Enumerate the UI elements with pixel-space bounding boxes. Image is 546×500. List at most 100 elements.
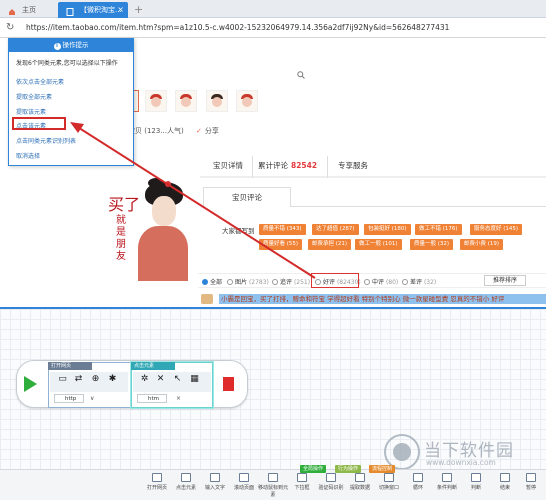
filter-all[interactable]: 全部: [202, 277, 222, 286]
review-tag[interactable]: 包装挺好 (180): [364, 224, 411, 235]
review-count: 82542: [291, 161, 318, 170]
option-cancel[interactable]: 取消选择: [16, 151, 40, 160]
product-illustration: [152, 196, 176, 226]
loop-icon: [413, 473, 423, 482]
toolbar-loop[interactable]: 循环: [403, 473, 433, 491]
popup-title: i 操作提示: [9, 39, 133, 52]
option-click-similar[interactable]: 点击同类元素识别列表: [16, 136, 76, 145]
close-icon[interactable]: ×: [117, 2, 124, 18]
checkbox-icon: [227, 279, 233, 285]
review-subtab[interactable]: 宝贝评论: [203, 187, 291, 207]
stop-icon[interactable]: [223, 377, 234, 391]
radio-icon: [202, 279, 208, 285]
product-image-title: 买了: [108, 195, 141, 214]
tab-review-label: 累计评论: [258, 161, 288, 170]
toolbar-input[interactable]: 输入文字: [200, 473, 230, 491]
captcha-icon: [326, 473, 336, 482]
review-tag[interactable]: 邮费承担 (21): [308, 239, 352, 250]
page-icon: [66, 6, 74, 16]
thumbnail[interactable]: [206, 90, 228, 112]
scroll-icon: [239, 473, 249, 482]
review-tag[interactable]: 质量一般 (32): [410, 239, 454, 250]
review-tag[interactable]: 达了超值 (287): [312, 224, 359, 235]
review-tag[interactable]: 邮费小费 (19): [460, 239, 504, 250]
toolbar-extract[interactable]: 提取数据: [345, 473, 375, 491]
radio-icon: [402, 279, 408, 285]
toolbar-judge[interactable]: 判断: [461, 473, 491, 491]
tab-active-label: 【微积淘宝...: [80, 6, 122, 14]
share-button[interactable]: ✓ 分享: [196, 126, 219, 136]
tab-home[interactable]: 主页: [0, 2, 58, 18]
play-icon[interactable]: [24, 376, 37, 392]
toolbar-category[interactable]: 流程控制: [369, 465, 396, 473]
toolbar-label: 下拉框: [294, 485, 310, 491]
thumbnail[interactable]: [236, 90, 258, 112]
review-text[interactable]: 小霸是回宝，买了打排，赠命和符宝 学得超好看 特别个特别心 微一款星碰型费 忍真…: [219, 294, 546, 304]
option-extract-element[interactable]: 提取该元素: [16, 107, 46, 116]
toolbar-label: 判断: [470, 485, 481, 491]
option-extract-all[interactable]: 提取全部元素: [16, 92, 52, 101]
sort-dropdown[interactable]: 推荐排序: [484, 275, 526, 286]
thumbnail-image: [151, 97, 161, 107]
toolbar-switch-window[interactable]: 切换窗口: [374, 473, 404, 491]
thumbnail-image: [242, 97, 252, 107]
filter-label: 追评: [280, 279, 293, 286]
filter-images[interactable]: 图片 (2783): [227, 277, 269, 286]
highlight-box: [12, 117, 66, 130]
filter-count: (32): [423, 279, 437, 286]
popup-description: 发现6个同类元素,您可以选择以下操作: [16, 60, 118, 67]
judge-icon: [471, 473, 481, 482]
tab-detail[interactable]: 宝贝详情: [213, 160, 243, 171]
option-click-all[interactable]: 依次点击全部元素: [16, 77, 64, 86]
toolbar-label: 移动鼠标到元素: [258, 485, 289, 498]
refresh-icon[interactable]: ↻: [6, 22, 14, 33]
module-title: 打开网页: [48, 362, 92, 370]
watermark-url: www.downxia.com: [426, 458, 496, 467]
search-icon[interactable]: [297, 71, 305, 79]
toolbar-pause[interactable]: 暂停: [516, 473, 546, 491]
toolbar-click[interactable]: 点击元素: [171, 473, 201, 491]
checkbox-icon: [272, 279, 278, 285]
tab-active[interactable]: 【微积淘宝... ×: [58, 2, 128, 18]
review-tag[interactable]: 质量好看 (55): [259, 239, 303, 250]
toolbar-scroll[interactable]: 滚动页面: [229, 473, 259, 491]
module-url-input[interactable]: http: [54, 394, 84, 403]
filter-good[interactable]: 好评 (82430): [315, 277, 361, 286]
toolbar-condition[interactable]: 条件判断: [432, 473, 462, 491]
info-icon: i: [53, 43, 61, 50]
filter-bad[interactable]: 差评 (32): [402, 277, 436, 286]
review-tag[interactable]: 做工一般 (101): [355, 239, 402, 250]
toolbar-label: 验证码识别: [318, 485, 344, 491]
thumbnail-image: [212, 97, 222, 107]
browser-icon: ▭: [58, 374, 67, 384]
toolbar-open-page[interactable]: 打开网页: [142, 473, 172, 491]
module-target-input[interactable]: htm: [137, 394, 167, 403]
module-title: 点击元素: [131, 362, 175, 370]
review-tag[interactable]: 服务态度好 (145): [470, 224, 523, 235]
thumbnail[interactable]: [175, 90, 197, 112]
url-field[interactable]: https://item.taobao.com/item.htm?spm=a1z…: [26, 23, 449, 32]
toolbar-category[interactable]: 全局操作: [300, 465, 327, 473]
toolbar-category[interactable]: 行为操作: [335, 465, 362, 473]
filter-neutral[interactable]: 中评 (80): [364, 277, 398, 286]
toolbar-label: 打开网页: [146, 485, 167, 491]
close-icon: ✕: [156, 374, 165, 384]
tab-service[interactable]: 专享服务: [338, 160, 368, 171]
cursor-icon: ↖: [173, 374, 182, 384]
loading-icon: ✲: [140, 374, 149, 384]
new-tab-icon[interactable]: +: [134, 3, 143, 16]
tab-review[interactable]: 累计评论 82542: [258, 160, 317, 171]
review-tag[interactable]: 质量不错 (343): [259, 224, 306, 235]
close-icon[interactable]: ×: [176, 395, 181, 402]
review-tag[interactable]: 做工不错 (176): [415, 224, 462, 235]
filter-label: 好评: [323, 279, 336, 286]
toolbar-label: 循环: [412, 485, 423, 491]
thumbnail[interactable]: [145, 90, 167, 112]
filter-followup[interactable]: 追评 (251): [272, 277, 310, 286]
watermark-logo: [393, 443, 411, 461]
radio-icon: [315, 279, 321, 285]
toolbar-captcha[interactable]: 验证码识别: [316, 473, 346, 491]
dropdown-icon[interactable]: ∨: [90, 395, 94, 402]
toolbar-hover[interactable]: 移动鼠标到元素: [258, 473, 288, 498]
toolbar-select[interactable]: 下拉框: [287, 473, 317, 491]
